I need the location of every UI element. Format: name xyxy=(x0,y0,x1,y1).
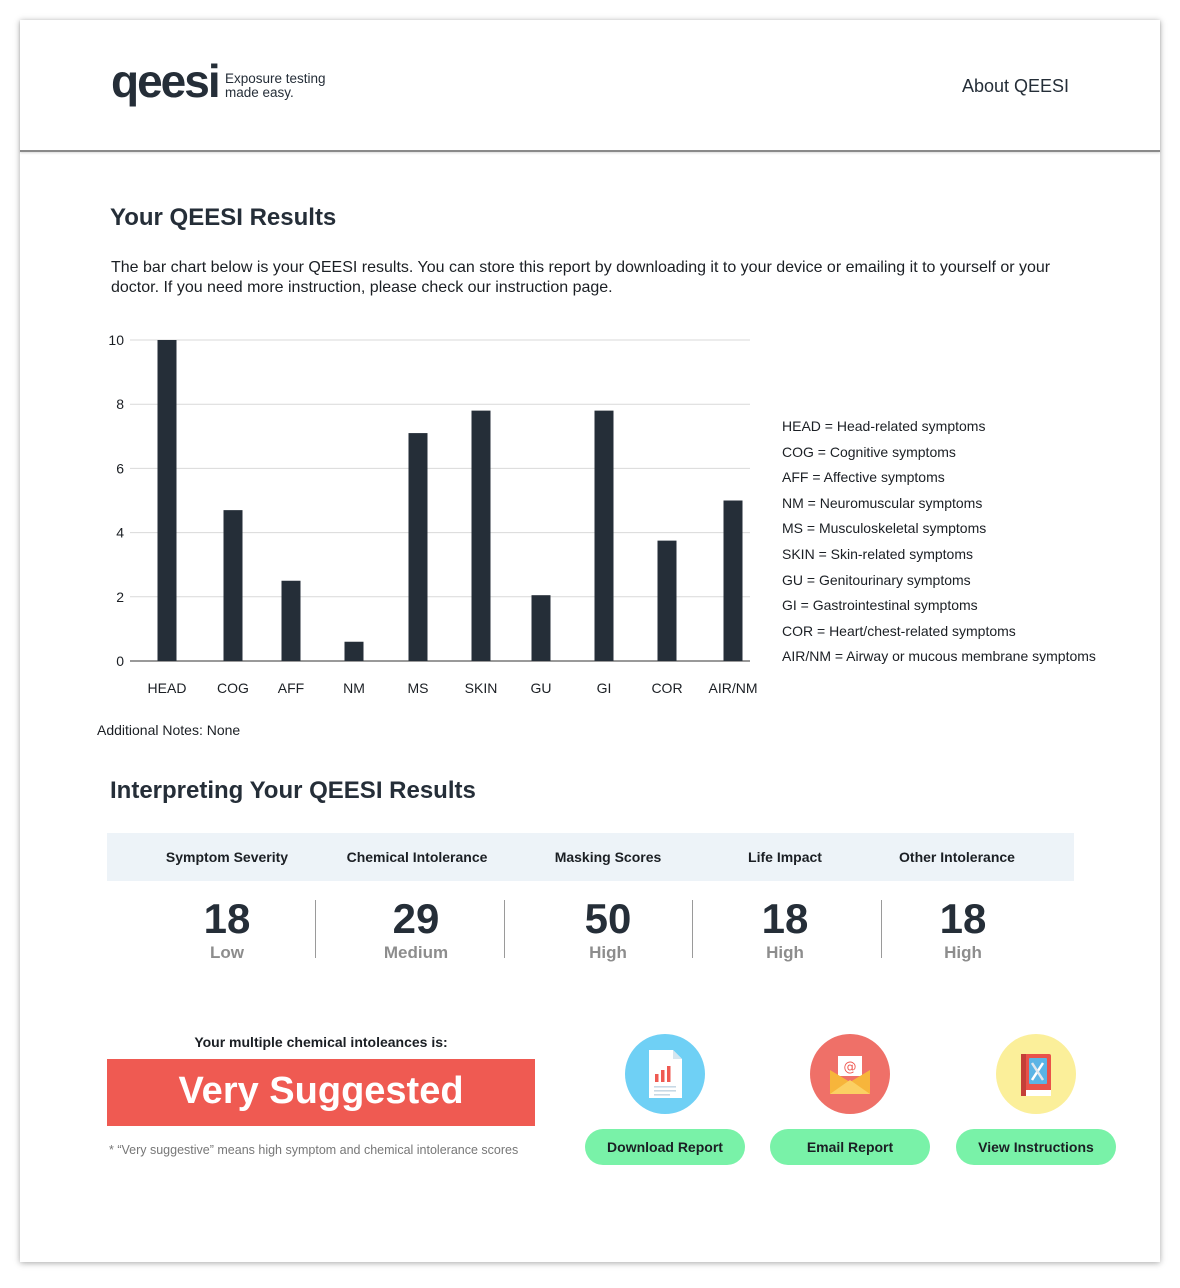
bar-cor xyxy=(657,540,677,661)
metric-level: High xyxy=(589,943,627,962)
bar-head xyxy=(157,340,177,661)
bar-gu xyxy=(531,595,551,661)
legend-item: SKIN = Skin-related symptoms xyxy=(782,545,974,562)
bar-nm xyxy=(344,641,364,661)
site-header: qeesi Exposure testing made easy. About … xyxy=(20,20,1160,152)
x-tick-label: SKIN xyxy=(465,680,498,696)
legend-item: AFF = Affective symptoms xyxy=(782,469,945,486)
metric-symptom-severity: 18 Low xyxy=(167,894,287,962)
x-tick-label: HEAD xyxy=(148,680,187,696)
y-tick-label: 8 xyxy=(116,396,124,412)
bar-skin xyxy=(471,410,491,661)
email-icon[interactable]: @ xyxy=(810,1034,890,1114)
metric-label-masking-scores: Masking Scores xyxy=(554,849,662,865)
metrics-header: Symptom Severity Chemical Intolerance Ma… xyxy=(107,833,1074,881)
metric-life-impact: 18 High xyxy=(725,894,845,962)
legend-item: GU = Genitourinary symptoms xyxy=(782,571,971,588)
metric-divider xyxy=(881,900,882,958)
report-icon[interactable] xyxy=(625,1034,705,1114)
verdict-badge: Very Suggested xyxy=(107,1059,535,1126)
email-report-button[interactable]: Email Report xyxy=(770,1129,930,1165)
legend-item: COR = Heart/chest-related symptoms xyxy=(782,622,1016,639)
bar-cog xyxy=(223,510,243,661)
metric-level: Medium xyxy=(383,943,449,962)
metric-divider xyxy=(692,900,693,958)
tagline-line-2: made easy. xyxy=(225,85,294,100)
download-report-button[interactable]: Download Report xyxy=(585,1129,745,1165)
x-tick-label: COG xyxy=(217,680,249,696)
legend-item: AIR/NM = Airway or mucous membrane sympt… xyxy=(782,648,1096,665)
tagline-line-1: Exposure testing xyxy=(225,71,326,86)
metric-divider xyxy=(504,900,505,958)
instructions-book-icon[interactable] xyxy=(996,1034,1076,1114)
logo[interactable]: qeesi xyxy=(111,56,221,106)
results-bar-chart: 0 2 4 6 8 10 HEAD COG AFF NM MS SKIN GU GI COR AIR/NM xyxy=(108,332,758,696)
metric-value: 50 xyxy=(584,895,632,942)
legend-item: MS = Musculoskeletal symptoms xyxy=(782,520,987,537)
metric-value: 18 xyxy=(761,895,809,942)
bar-ms xyxy=(408,433,428,661)
metric-level: High xyxy=(766,943,804,962)
x-tick-label: MS xyxy=(408,680,429,696)
legend-item: NM = Neuromuscular symptoms xyxy=(782,494,983,511)
about-qeesi-link[interactable]: About QEESI xyxy=(962,76,1069,97)
metric-masking-scores: 50 High xyxy=(548,894,668,962)
metric-label-other-intolerance: Other Intolerance xyxy=(899,849,1015,865)
bar-gi xyxy=(594,410,614,661)
view-instructions-button[interactable]: View Instructions xyxy=(956,1129,1116,1165)
legend-item: COG = Cognitive symptoms xyxy=(782,443,956,460)
verdict-label: Your multiple chemical intoleances is: xyxy=(194,1034,448,1050)
metric-label-symptom-severity: Symptom Severity xyxy=(165,849,289,865)
y-tick-label: 0 xyxy=(116,653,124,669)
additional-notes: Additional Notes: None xyxy=(97,722,241,738)
logo-tagline: Exposure testing made easy. xyxy=(225,72,326,100)
metric-value: 29 xyxy=(392,895,440,942)
x-tick-label: GI xyxy=(597,680,612,696)
y-tick-label: 4 xyxy=(116,525,124,541)
metric-label-chemical-intolerance: Chemical Intolerance xyxy=(346,849,488,865)
svg-text:@: @ xyxy=(844,1060,857,1075)
bar-aff xyxy=(281,580,301,661)
metric-value: 18 xyxy=(203,895,251,942)
metric-level: High xyxy=(944,943,982,962)
y-tick-label: 2 xyxy=(116,589,124,605)
metric-other-intolerance: 18 High xyxy=(903,894,1023,962)
x-tick-label: COR xyxy=(651,680,682,696)
legend-item: GI = Gastrointestinal symptoms xyxy=(782,597,978,614)
legend-item: HEAD = Head-related symptoms xyxy=(782,418,986,434)
x-tick-label: NM xyxy=(343,680,365,696)
metric-value: 18 xyxy=(939,895,987,942)
metric-divider xyxy=(315,900,316,958)
results-title: Your QEESI Results xyxy=(110,204,337,231)
bar-air-nm xyxy=(723,500,743,661)
metric-level: Low xyxy=(210,943,244,962)
interpret-title: Interpreting Your QEESI Results xyxy=(110,777,476,804)
x-tick-label: AFF xyxy=(278,680,304,696)
report-card: qeesi Exposure testing made easy. About … xyxy=(20,20,1160,1262)
chart-legend: HEAD = Head-related symptoms COG = Cogni… xyxy=(782,416,1096,672)
metric-label-life-impact: Life Impact xyxy=(748,849,822,865)
x-tick-label: GU xyxy=(531,680,552,696)
x-tick-label: AIR/NM xyxy=(709,680,758,696)
y-tick-label: 10 xyxy=(108,332,124,348)
y-tick-label: 6 xyxy=(116,460,124,476)
verdict-footnote: * “Very suggestive” means high symptom a… xyxy=(109,1143,519,1157)
metric-chemical-intolerance: 29 Medium xyxy=(356,894,476,962)
results-intro: The bar chart below is your QEESI result… xyxy=(111,259,1051,296)
